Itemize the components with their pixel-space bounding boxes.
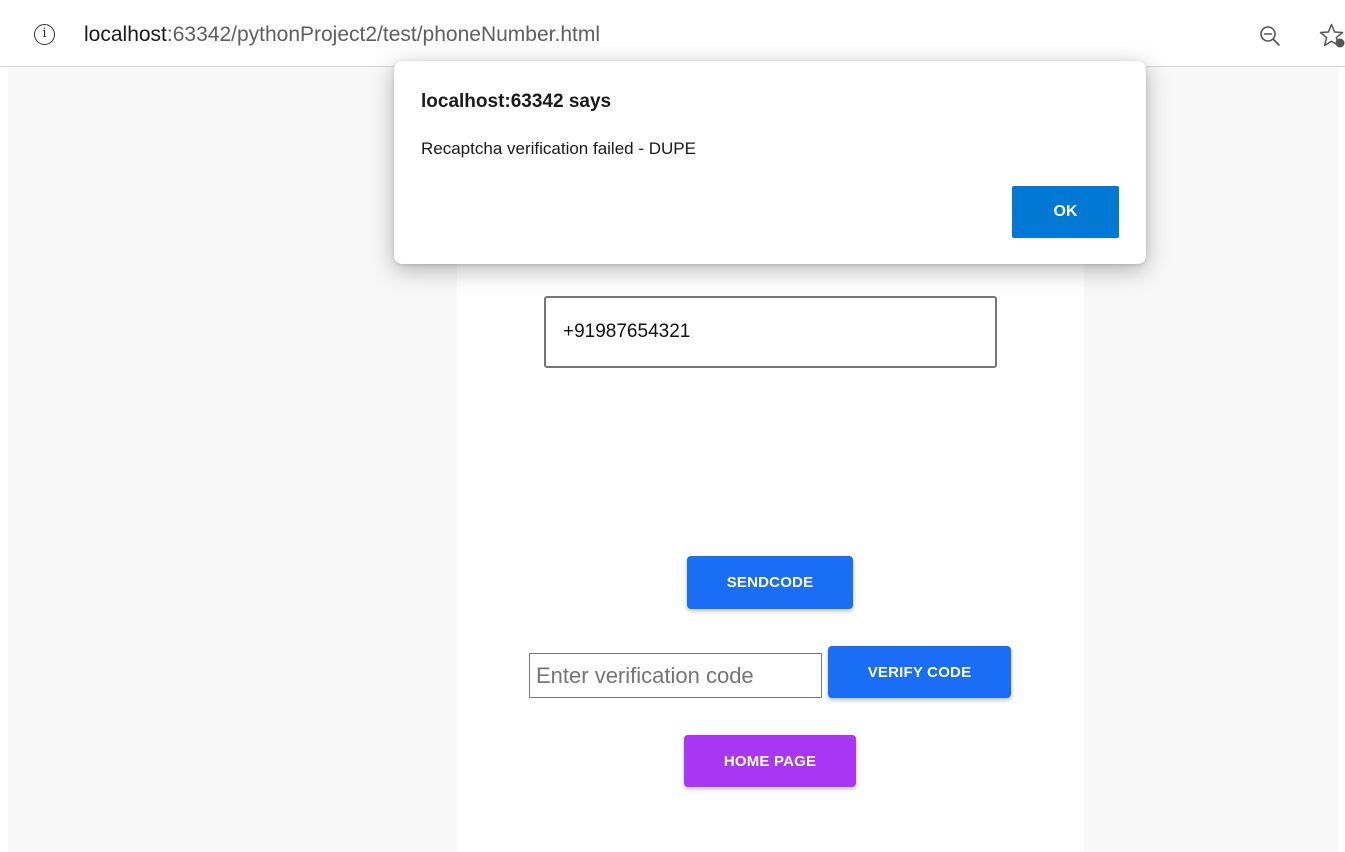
zoom-out-icon[interactable] xyxy=(1258,24,1282,48)
alert-title: localhost:63342 says xyxy=(421,91,612,112)
phone-number-input[interactable] xyxy=(544,296,997,368)
address-bar: i localhost:63342/pythonProject2/test/ph… xyxy=(0,0,1345,67)
browser-window: i localhost:63342/pythonProject2/test/ph… xyxy=(0,0,1345,852)
url-field[interactable]: localhost:63342/pythonProject2/test/phon… xyxy=(84,22,600,48)
home-page-button[interactable]: HOME PAGE xyxy=(684,735,856,787)
favorite-star-icon[interactable] xyxy=(1318,22,1345,49)
window-edge xyxy=(1338,67,1345,852)
alert-message: Recaptcha verification failed - DUPE xyxy=(421,139,696,158)
alert-dialog: localhost:63342 says Recaptcha verificat… xyxy=(394,61,1146,264)
verification-code-input[interactable] xyxy=(529,653,822,698)
url-host: localhost xyxy=(84,23,167,46)
url-path: :63342/pythonProject2/test/phoneNumber.h… xyxy=(166,23,600,46)
send-code-button[interactable]: SENDCODE xyxy=(687,556,853,609)
verify-code-button[interactable]: VERIFY CODE xyxy=(828,646,1011,698)
ok-button[interactable]: OK xyxy=(1012,186,1119,238)
info-icon[interactable]: i xyxy=(34,24,55,45)
